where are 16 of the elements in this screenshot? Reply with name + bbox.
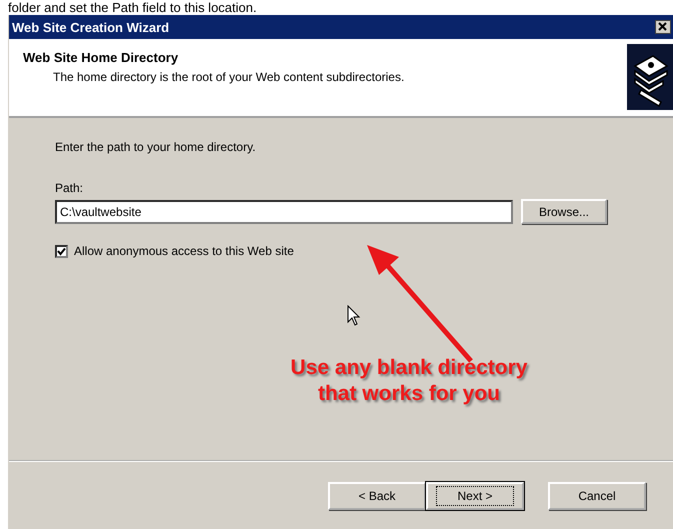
page-subtitle: The home directory is the root of your Web content subdirectories. — [53, 70, 404, 84]
wizard-button[interactable]: < Back — [328, 482, 426, 510]
annotation-text: Use any blank directory that works for you — [290, 355, 528, 407]
checkbox-label: Allow anonymous access to this Web site — [74, 244, 294, 258]
browse-button[interactable]: Browse... — [521, 199, 607, 224]
window-title: Web Site Creation Wizard — [12, 20, 170, 34]
close-icon[interactable] — [655, 20, 671, 34]
cursor-icon — [347, 305, 361, 327]
page-title: Web Site Home Directory — [23, 50, 180, 65]
path-label: Path: — [55, 181, 84, 195]
path-field[interactable]: C:\vaultwebsite — [55, 200, 513, 224]
wizard-button[interactable]: Cancel — [548, 482, 646, 510]
instruction-text: Enter the path to your home directory. — [55, 140, 257, 154]
checkbox[interactable] — [55, 244, 68, 258]
caption-text: folder and set the Path field to this location. — [7, 0, 258, 15]
default-button[interactable]: Next > — [426, 482, 524, 510]
